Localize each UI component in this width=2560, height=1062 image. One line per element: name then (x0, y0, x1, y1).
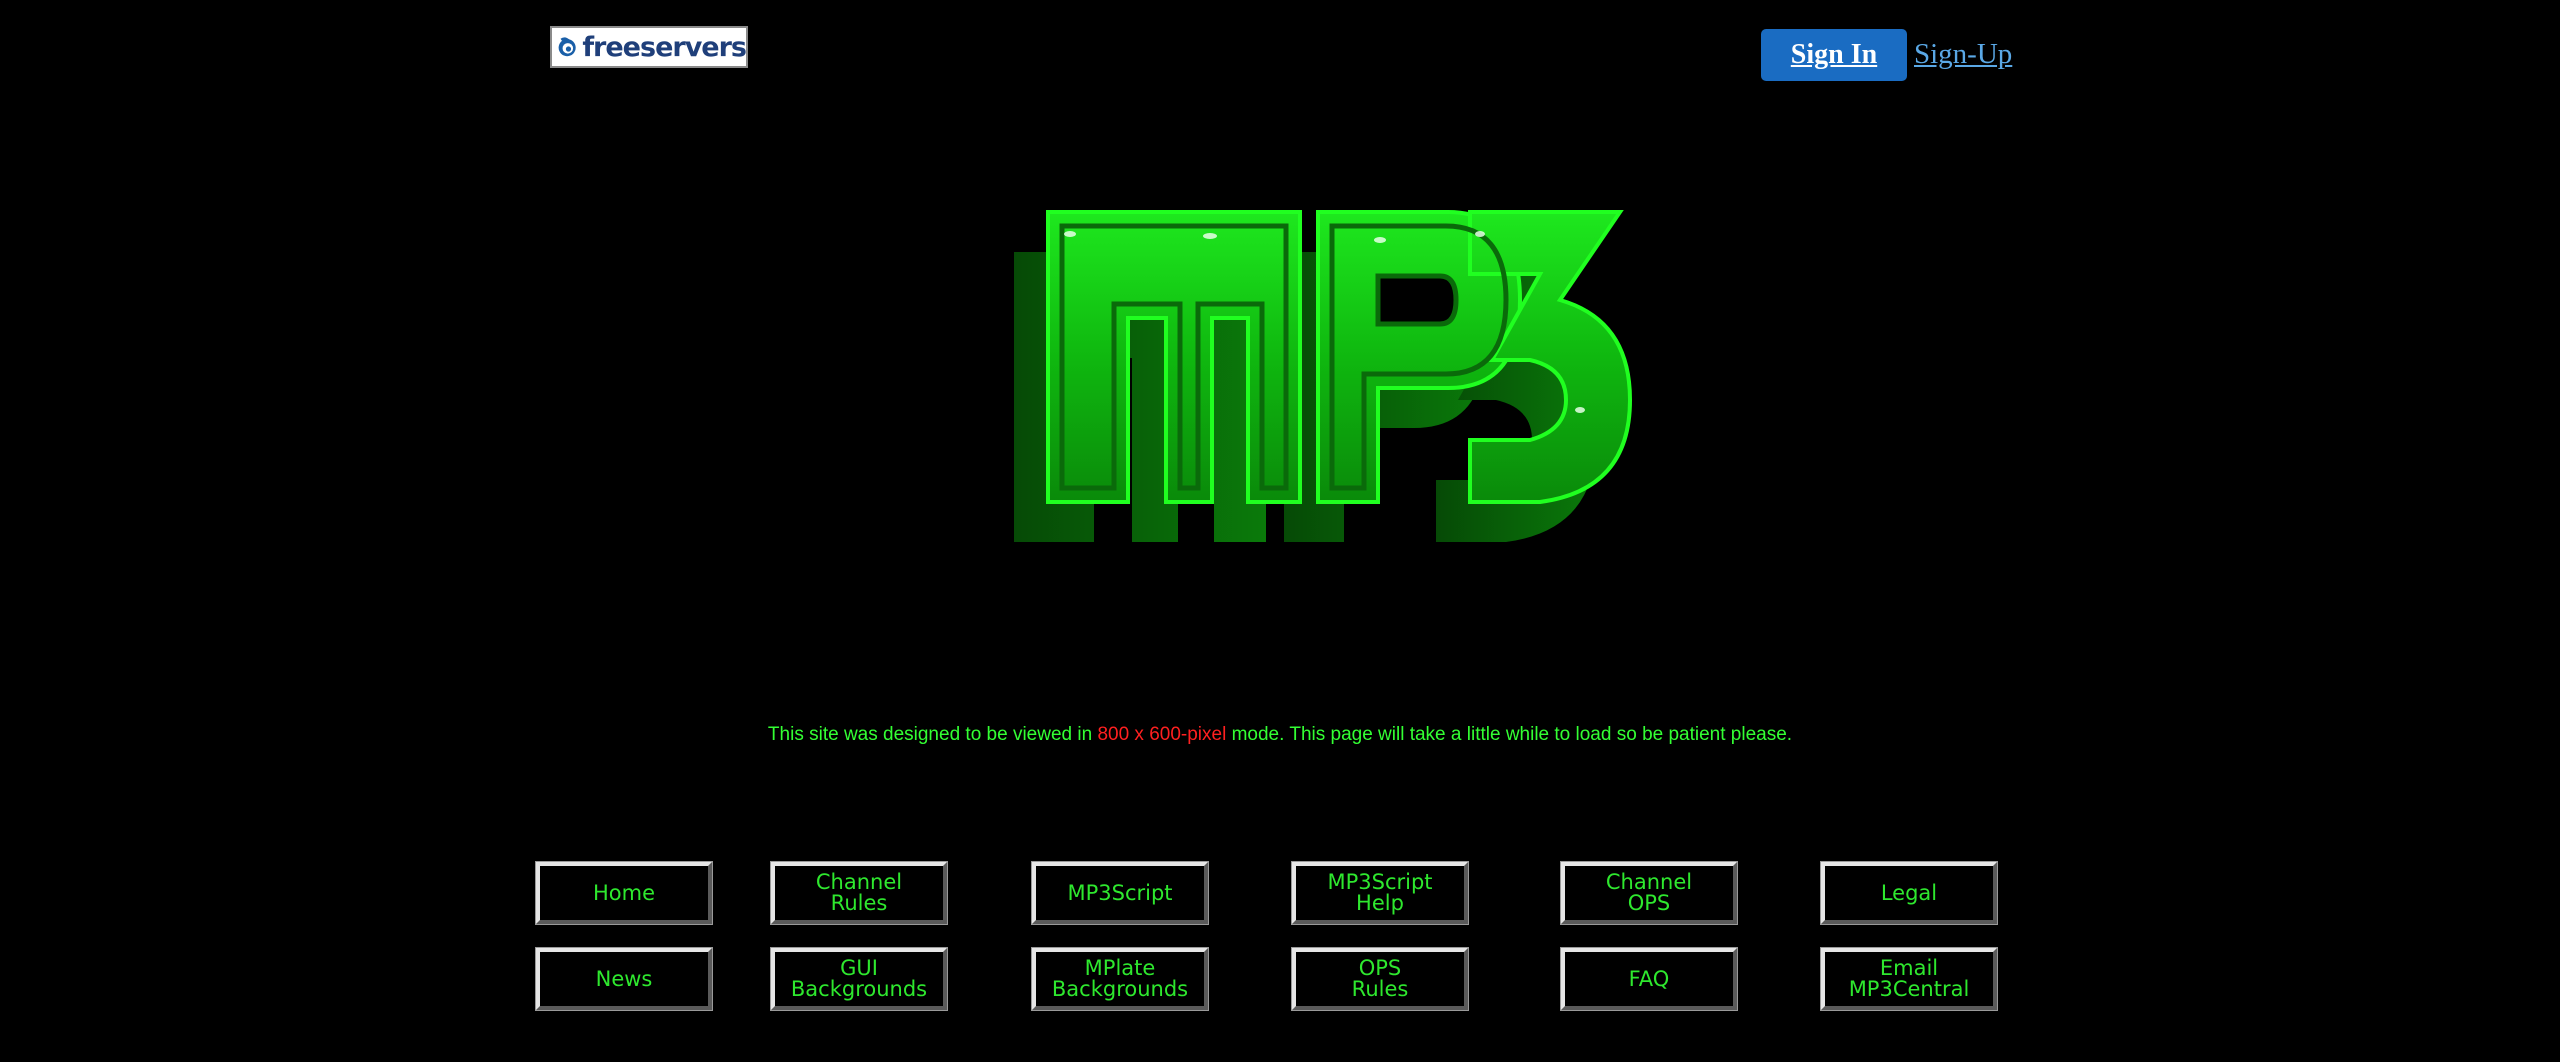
nav-button-email-mp3central[interactable]: Email MP3Central (1820, 947, 1998, 1011)
nav-button-news[interactable]: News (535, 947, 713, 1011)
nav-button-gui-backgrounds[interactable]: GUI Backgrounds (770, 947, 948, 1011)
sign-up-link[interactable]: Sign-Up (1914, 34, 2012, 74)
sign-in-button[interactable]: Sign In (1761, 29, 1907, 81)
freeservers-logo[interactable]: freeservers (550, 26, 748, 68)
nav-button-mp3script[interactable]: MP3Script (1031, 861, 1209, 925)
page: freeservers Sign In Sign-Up This site wa… (0, 0, 2560, 1062)
notice-resolution-highlight: 800 x 600-pixel (1097, 724, 1227, 745)
freeservers-swirl-icon (558, 37, 576, 57)
nav-button-home[interactable]: Home (535, 861, 713, 925)
mp3-logo (1014, 210, 1633, 542)
nav-button-mp3script-help[interactable]: MP3Script Help (1291, 861, 1469, 925)
nav-button-ops-rules[interactable]: OPS Rules (1291, 947, 1469, 1011)
nav-button-legal[interactable]: Legal (1820, 861, 1998, 925)
nav-button-channel-rules[interactable]: Channel Rules (770, 861, 948, 925)
nav-button-mplate-backgrounds[interactable]: MPlate Backgrounds (1031, 947, 1209, 1011)
nav-button-channel-ops[interactable]: Channel OPS (1560, 861, 1738, 925)
resolution-notice: This site was designed to be viewed in 8… (0, 724, 2560, 746)
notice-text-end: mode. This page will take a little while… (1226, 724, 1793, 745)
nav-button-faq[interactable]: FAQ (1560, 947, 1738, 1011)
notice-text-start: This site was designed to be viewed in (767, 724, 1098, 745)
freeservers-logo-text: freeservers (582, 31, 747, 63)
